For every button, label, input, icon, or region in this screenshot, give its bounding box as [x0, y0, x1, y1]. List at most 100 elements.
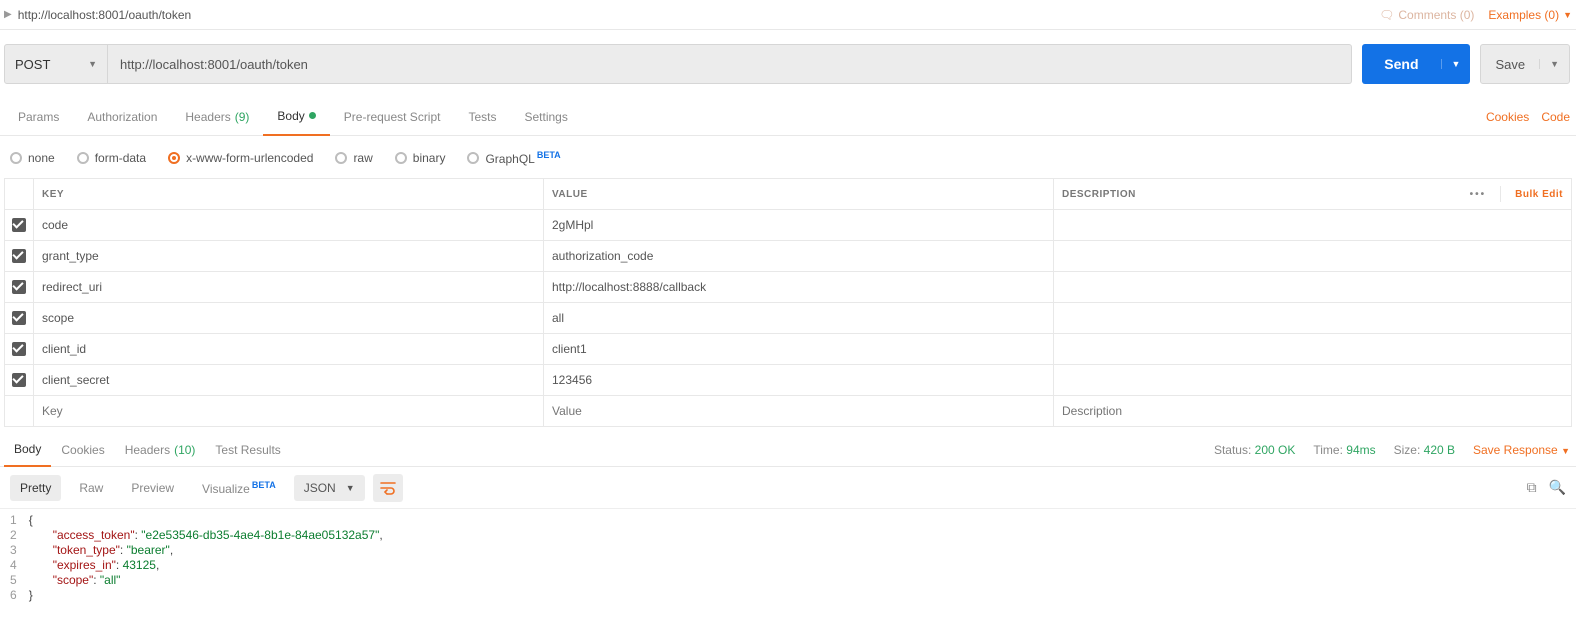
param-desc[interactable]	[1053, 272, 1571, 302]
param-value[interactable]: 123456	[543, 365, 1053, 395]
table-row[interactable]: grant_type authorization_code	[5, 241, 1571, 272]
param-key[interactable]: redirect_uri	[33, 272, 543, 302]
response-tabs: Body Cookies Headers(10) Test Results St…	[0, 433, 1576, 467]
table-row-new[interactable]	[5, 396, 1571, 427]
view-raw[interactable]: Raw	[69, 475, 113, 501]
resp-tab-headers[interactable]: Headers(10)	[115, 433, 206, 467]
radio-binary[interactable]: binary	[395, 151, 446, 165]
checkbox-icon[interactable]	[12, 249, 26, 263]
tab-headers[interactable]: Headers(9)	[171, 98, 263, 136]
copy-icon[interactable]: ⧉	[1527, 479, 1537, 496]
chevron-down-icon: ▼	[346, 483, 355, 493]
request-title: http://localhost:8001/oauth/token	[18, 8, 1379, 22]
radio-none[interactable]: none	[10, 151, 55, 165]
code-link[interactable]: Code	[1541, 110, 1570, 124]
param-key[interactable]: grant_type	[33, 241, 543, 271]
chevron-down-icon: ▼	[1561, 446, 1570, 456]
tab-params[interactable]: Params	[4, 98, 73, 136]
table-header: KEY VALUE DESCRIPTION ••• Bulk Edit	[5, 179, 1571, 210]
wrap-lines-button[interactable]	[373, 474, 403, 502]
save-label: Save	[1481, 57, 1539, 72]
param-desc[interactable]	[1053, 210, 1571, 240]
table-row[interactable]: scope all	[5, 303, 1571, 334]
title-bar: ▶ http://localhost:8001/oauth/token 🗨 Co…	[0, 0, 1576, 30]
comment-icon: 🗨	[1379, 8, 1394, 22]
param-desc[interactable]	[1053, 365, 1571, 395]
form-params-table: KEY VALUE DESCRIPTION ••• Bulk Edit code…	[4, 178, 1572, 427]
param-value[interactable]: all	[543, 303, 1053, 333]
param-desc[interactable]	[1053, 334, 1571, 364]
view-pretty[interactable]: Pretty	[10, 475, 61, 501]
time-block: Time: 94ms	[1313, 443, 1375, 457]
col-key: KEY	[33, 179, 543, 209]
param-value[interactable]: authorization_code	[543, 241, 1053, 271]
body-type-selector: none form-data x-www-form-urlencoded raw…	[0, 136, 1576, 178]
response-view-bar: Pretty Raw Preview VisualizeBETA JSON▼ ⧉…	[0, 467, 1576, 509]
tab-prerequest[interactable]: Pre-request Script	[330, 98, 455, 136]
resp-tab-body[interactable]: Body	[4, 433, 51, 467]
param-key[interactable]: code	[33, 210, 543, 240]
param-value[interactable]: 2gMHpl	[543, 210, 1053, 240]
tab-settings[interactable]: Settings	[511, 98, 582, 136]
radio-xwww[interactable]: x-www-form-urlencoded	[168, 151, 313, 165]
resp-tab-tests[interactable]: Test Results	[205, 433, 290, 467]
url-input[interactable]	[108, 44, 1352, 84]
response-body[interactable]: 123 456 { "access_token": "e2e53546-db35…	[0, 509, 1576, 603]
wrap-icon	[380, 481, 396, 495]
method-select[interactable]: POST ▼	[4, 44, 108, 84]
param-value[interactable]: client1	[543, 334, 1053, 364]
param-key[interactable]: client_secret	[33, 365, 543, 395]
bulk-edit-link[interactable]: Bulk Edit	[1515, 189, 1563, 200]
table-row[interactable]: client_id client1	[5, 334, 1571, 365]
param-value[interactable]: http://localhost:8888/callback	[543, 272, 1053, 302]
divider	[1500, 186, 1501, 202]
save-dropdown[interactable]: ▼	[1539, 59, 1569, 69]
new-key-input[interactable]	[42, 404, 543, 418]
tab-tests[interactable]: Tests	[454, 98, 510, 136]
new-desc-input[interactable]	[1062, 404, 1571, 418]
table-row[interactable]: client_secret 123456	[5, 365, 1571, 396]
col-value: VALUE	[543, 179, 1053, 209]
view-visualize[interactable]: VisualizeBETA	[192, 474, 286, 502]
checkbox-icon[interactable]	[12, 218, 26, 232]
action-bar: POST ▼ Send ▼ Save ▼	[0, 30, 1576, 98]
send-button[interactable]: Send ▼	[1362, 44, 1470, 84]
comments-link[interactable]: 🗨 Comments (0)	[1379, 8, 1474, 22]
checkbox-icon[interactable]	[12, 373, 26, 387]
size-block: Size: 420 B	[1394, 443, 1455, 457]
param-desc[interactable]	[1053, 303, 1571, 333]
request-tabs: Params Authorization Headers(9) Body Pre…	[0, 98, 1576, 136]
comments-label: Comments (0)	[1398, 8, 1474, 22]
checkbox-icon[interactable]	[12, 280, 26, 294]
method-label: POST	[15, 57, 50, 72]
view-preview[interactable]: Preview	[121, 475, 184, 501]
radio-graphql[interactable]: GraphQLBETA	[467, 150, 560, 166]
tab-authorization[interactable]: Authorization	[73, 98, 171, 136]
examples-dropdown[interactable]: Examples (0) ▼	[1488, 8, 1572, 22]
param-key[interactable]: scope	[33, 303, 543, 333]
format-select[interactable]: JSON▼	[294, 475, 365, 501]
radio-raw[interactable]: raw	[335, 151, 372, 165]
resp-tab-cookies[interactable]: Cookies	[51, 433, 114, 467]
table-row[interactable]: code 2gMHpl	[5, 210, 1571, 241]
tab-body[interactable]: Body	[263, 98, 329, 136]
search-icon[interactable]: 🔍	[1549, 479, 1566, 496]
new-value-input[interactable]	[552, 404, 1053, 418]
examples-label: Examples (0)	[1488, 8, 1559, 22]
radio-formdata[interactable]: form-data	[77, 151, 146, 165]
param-key[interactable]: client_id	[33, 334, 543, 364]
checkbox-icon[interactable]	[12, 342, 26, 356]
send-dropdown[interactable]: ▼	[1441, 59, 1471, 69]
cookies-link[interactable]: Cookies	[1486, 110, 1529, 124]
status-block: Status: 200 OK	[1214, 443, 1295, 457]
code-lines: { "access_token": "e2e53546-db35-4ae4-8b…	[29, 513, 383, 603]
more-options-icon[interactable]: •••	[1470, 189, 1487, 200]
checkbox-icon[interactable]	[12, 311, 26, 325]
expand-chevron-icon[interactable]: ▶	[4, 9, 12, 20]
param-desc[interactable]	[1053, 241, 1571, 271]
save-response-link[interactable]: Save Response ▼	[1473, 443, 1570, 457]
chevron-down-icon: ▼	[88, 59, 97, 69]
send-label: Send	[1362, 56, 1440, 72]
save-button[interactable]: Save ▼	[1480, 44, 1570, 84]
table-row[interactable]: redirect_uri http://localhost:8888/callb…	[5, 272, 1571, 303]
